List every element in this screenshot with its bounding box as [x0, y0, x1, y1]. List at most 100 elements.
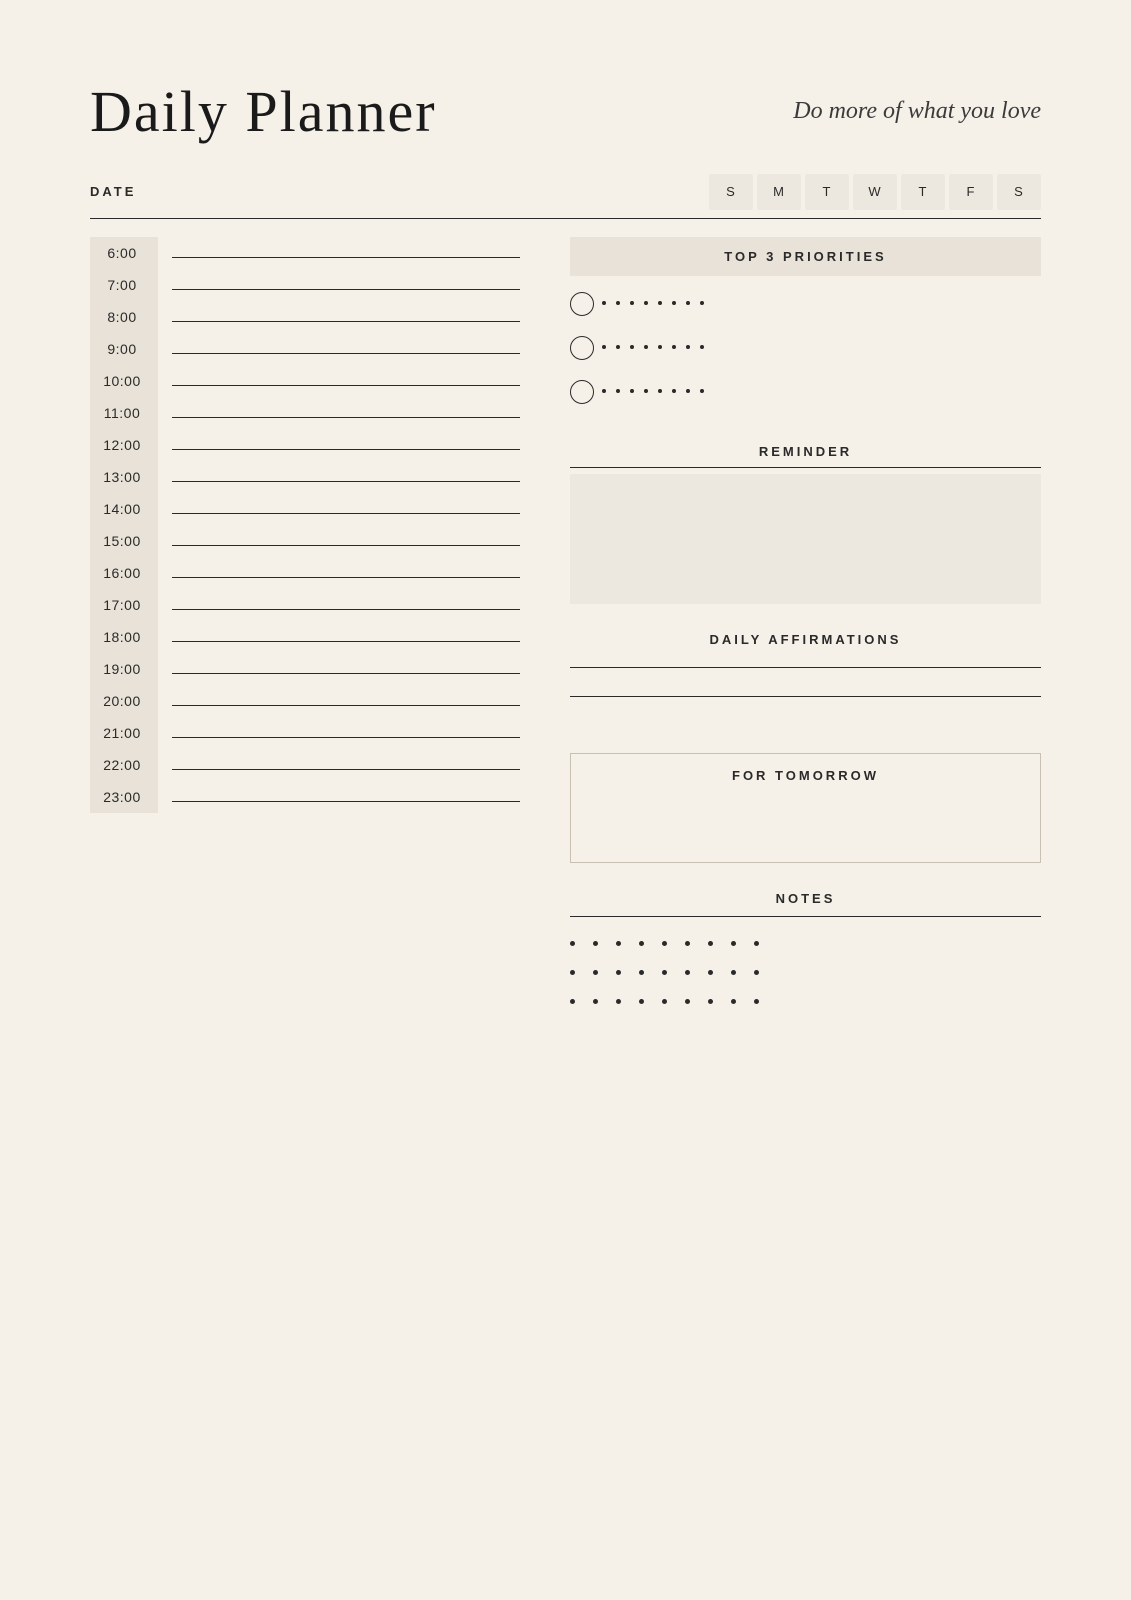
notes-dot	[685, 970, 690, 975]
notes-dot	[731, 999, 736, 1004]
dot	[644, 301, 648, 305]
notes-dot	[593, 970, 598, 975]
notes-dot	[570, 941, 575, 946]
day-f[interactable]: F	[949, 174, 993, 210]
day-m[interactable]: M	[757, 174, 801, 210]
notes-dot	[616, 970, 621, 975]
time-2300: 23:00	[90, 781, 158, 813]
dot	[630, 389, 634, 393]
notes-dot	[708, 999, 713, 1004]
priorities-section: TOP 3 PRIORITIES	[570, 237, 1041, 424]
time-row-1000: 10:00	[90, 365, 520, 397]
main-content: 6:00 7:00 8:00 9:00 10:00 11:00	[90, 237, 1041, 1028]
dot	[658, 345, 662, 349]
time-1900: 19:00	[90, 653, 158, 685]
time-row-600: 6:00	[90, 237, 520, 269]
notes-dot	[754, 999, 759, 1004]
priority-2-circle[interactable]	[570, 336, 594, 360]
dot	[616, 389, 620, 393]
dot	[672, 301, 676, 305]
affirmations-label: DAILY AFFIRMATIONS	[570, 632, 1041, 647]
dot	[672, 345, 676, 349]
tomorrow-section: FOR TOMORROW	[570, 753, 1041, 863]
notes-label: NOTES	[570, 891, 1041, 906]
notes-dots-row-1	[570, 941, 1041, 946]
dot	[700, 301, 704, 305]
time-1500: 15:00	[90, 525, 158, 557]
dot	[672, 389, 676, 393]
reminder-section: REMINDER	[570, 444, 1041, 604]
notes-dot	[685, 941, 690, 946]
priority-1-circle[interactable]	[570, 292, 594, 316]
reminder-label: REMINDER	[570, 444, 1041, 459]
time-row-1900: 19:00	[90, 653, 520, 685]
notes-dot	[731, 941, 736, 946]
notes-dot	[662, 999, 667, 1004]
dot	[616, 345, 620, 349]
time-800: 8:00	[90, 301, 158, 333]
time-2000: 20:00	[90, 685, 158, 717]
reminder-box[interactable]	[570, 474, 1041, 604]
right-column: TOP 3 PRIORITIES	[570, 237, 1041, 1028]
time-row-1200: 12:00	[90, 429, 520, 461]
priority-2-dots	[602, 345, 1041, 351]
priority-1	[570, 292, 1041, 316]
time-900: 9:00	[90, 333, 158, 365]
notes-dot	[639, 970, 644, 975]
notes-dots-row-2	[570, 970, 1041, 975]
dot	[616, 301, 620, 305]
dot	[658, 389, 662, 393]
notes-dot	[616, 941, 621, 946]
time-1000: 10:00	[90, 365, 158, 397]
dot	[686, 389, 690, 393]
days-row: S M T W T F S	[705, 174, 1041, 210]
day-s2[interactable]: S	[997, 174, 1041, 210]
dot	[686, 301, 690, 305]
dot	[630, 301, 634, 305]
time-row-2100: 21:00	[90, 717, 520, 749]
time-1700: 17:00	[90, 589, 158, 621]
time-1200: 12:00	[90, 429, 158, 461]
time-1800: 18:00	[90, 621, 158, 653]
day-t1[interactable]: T	[805, 174, 849, 210]
notes-dot	[685, 999, 690, 1004]
time-row-1800: 18:00	[90, 621, 520, 653]
tomorrow-label: FOR TOMORROW	[585, 768, 1026, 783]
date-label: DATE	[90, 184, 136, 199]
dot	[700, 389, 704, 393]
time-row-1300: 13:00	[90, 461, 520, 493]
time-row-800: 8:00	[90, 301, 520, 333]
priority-3-circle[interactable]	[570, 380, 594, 404]
notes-dot	[708, 941, 713, 946]
notes-dot	[639, 999, 644, 1004]
day-w[interactable]: W	[853, 174, 897, 210]
time-1600: 16:00	[90, 557, 158, 589]
dot	[686, 345, 690, 349]
time-row-1400: 14:00	[90, 493, 520, 525]
notes-dot	[639, 941, 644, 946]
page: Daily Planner Do more of what you love D…	[0, 0, 1131, 1600]
page-title: Daily Planner	[90, 80, 437, 144]
dot	[602, 301, 606, 305]
time-1300: 13:00	[90, 461, 158, 493]
notes-dot	[593, 999, 598, 1004]
header-right: Do more of what you love	[793, 90, 1041, 125]
affirmations-section: DAILY AFFIRMATIONS	[570, 632, 1041, 725]
date-row: DATE S M T W T F S	[90, 174, 1041, 219]
notes-dot	[616, 999, 621, 1004]
dot	[644, 345, 648, 349]
day-t2[interactable]: T	[901, 174, 945, 210]
notes-dot	[708, 970, 713, 975]
time-schedule: 6:00 7:00 8:00 9:00 10:00 11:00	[90, 237, 520, 1028]
notes-dot	[662, 941, 667, 946]
dot	[630, 345, 634, 349]
time-row-1100: 11:00	[90, 397, 520, 429]
notes-underline	[570, 916, 1041, 917]
dot	[602, 389, 606, 393]
day-s1[interactable]: S	[709, 174, 753, 210]
time-row-700: 7:00	[90, 269, 520, 301]
header-left: Daily Planner	[90, 80, 437, 144]
notes-dot	[593, 941, 598, 946]
affirmation-line-1	[570, 667, 1041, 668]
tomorrow-box[interactable]: FOR TOMORROW	[570, 753, 1041, 863]
